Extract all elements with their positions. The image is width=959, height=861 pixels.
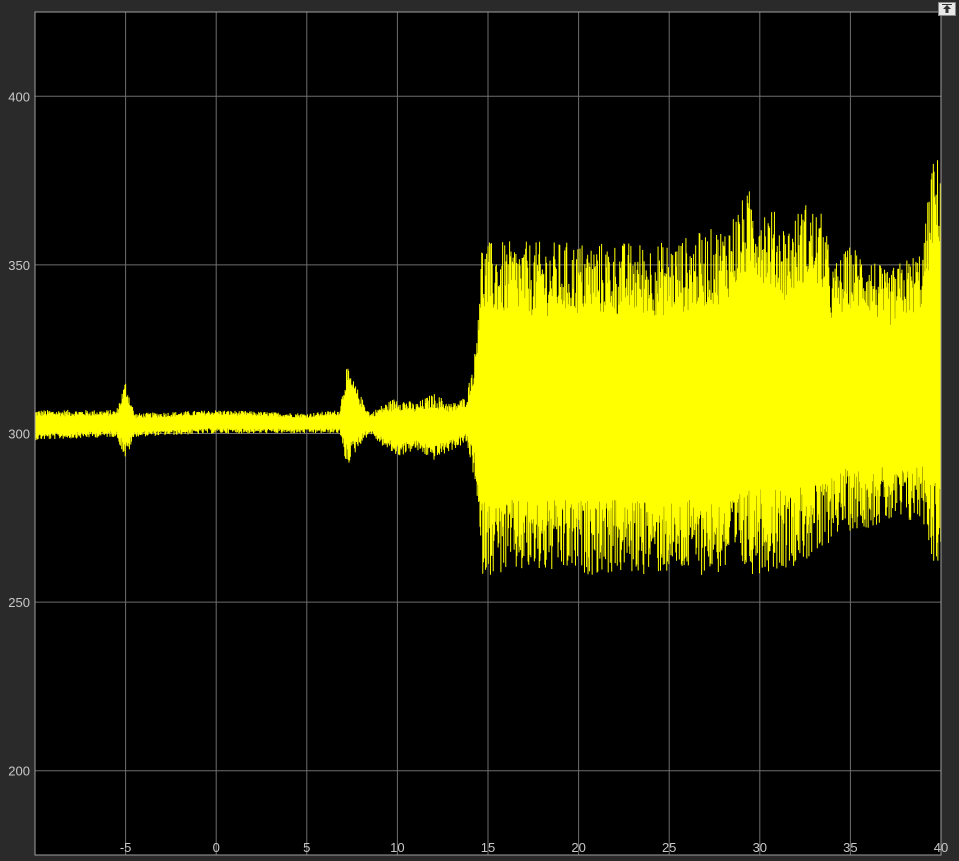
x-tick-label: 25 [662, 840, 676, 855]
restore-axes-icon [942, 4, 952, 13]
scope-plot: -5 0 5 10 15 20 25 30 35 40 200 250 300 350 400 [8, 11, 948, 856]
x-tick-label: 40 [934, 840, 948, 855]
x-tick-label: 30 [753, 840, 767, 855]
y-tick-label: 300 [8, 427, 30, 442]
x-tick-label: 35 [843, 840, 857, 855]
x-tick-label: 15 [481, 840, 495, 855]
y-tick-label: 250 [8, 595, 30, 610]
scope-window: -5 0 5 10 15 20 25 30 35 40 200 250 300 350 400 [0, 0, 959, 861]
x-tick-label: -5 [120, 840, 132, 855]
y-tick-label: 200 [8, 764, 30, 779]
x-tick-label: 20 [571, 840, 585, 855]
x-tick-label: 10 [390, 840, 404, 855]
restore-axes-button[interactable] [938, 2, 956, 16]
y-tick-label: 350 [8, 258, 30, 273]
x-tick-label: 0 [213, 840, 220, 855]
x-tick-label: 5 [303, 840, 310, 855]
y-tick-label: 400 [8, 89, 30, 104]
